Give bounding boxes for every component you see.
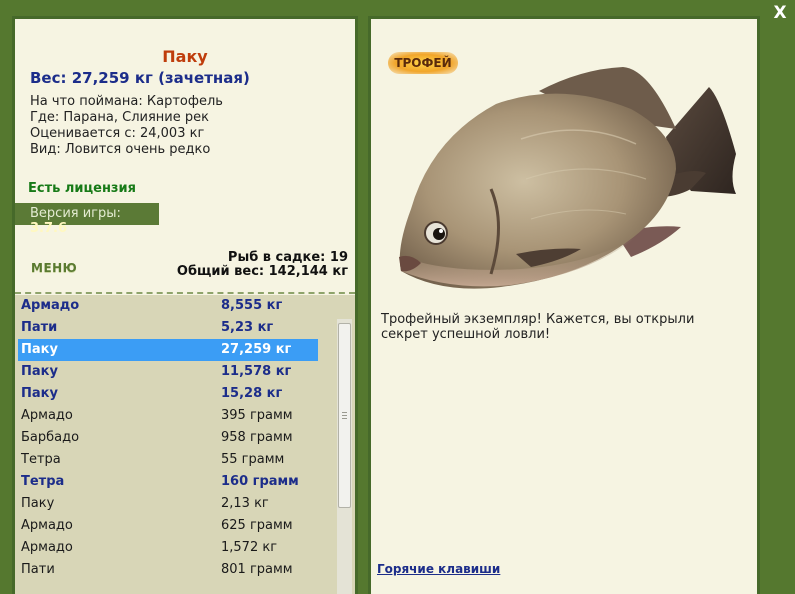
catch-list-row[interactable]: Армадо 8,555 кг [18,295,318,317]
catch-fish-weight: 27,259 кг [221,342,292,357]
catch-fish-name: Армадо [21,540,73,555]
list-scrollbar[interactable] [337,319,352,594]
bait-info: На что поймана: Картофель [30,94,223,109]
location-info: Где: Парана, Слияние рек [30,110,209,125]
catch-list-row[interactable]: Тетра 55 грамм [18,449,318,471]
version-label: Версия игры: [30,206,121,221]
catch-fish-name: Барбадо [21,430,80,445]
catch-list: Армадо 8,555 кг Пати 5,23 кг Паку 27,259 кг Па… [15,295,355,594]
catch-fish-weight: 958 грамм [221,430,293,445]
catch-list-row[interactable]: Паку 27,259 кг [18,339,318,361]
catch-list-row[interactable]: Армадо 395 грамм [18,405,318,427]
scrollbar-thumb[interactable] [338,323,351,508]
catch-fish-name: Тетра [21,474,65,489]
catch-list-row[interactable]: Пати 5,23 кг [18,317,318,339]
fish-name: Паку [162,47,208,66]
catch-fish-name: Пати [21,562,55,577]
catch-fish-name: Армадо [21,298,80,313]
fish-image-panel: ТРОФЕЙ Трофейный экземпляр! Кажется, вы … [368,16,760,594]
menu-button[interactable]: МЕНЮ [31,261,77,275]
catch-fish-weight: 5,23 кг [221,320,274,335]
divider [15,292,355,294]
catch-fish-name: Паку [21,386,58,401]
cage-total-weight: Общий вес: 142,144 кг [176,264,348,279]
catch-list-row[interactable]: Тетра 160 грамм [18,471,318,493]
close-button[interactable]: X [770,3,790,23]
catch-list-rows: Армадо 8,555 кг Пати 5,23 кг Паку 27,259 кг Па… [18,295,318,581]
catch-list-row[interactable]: Армадо 1,572 кг [18,537,318,559]
catch-fish-name: Паку [21,342,58,357]
catch-fish-weight: 2,13 кг [221,496,269,511]
catch-fish-name: Армадо [21,518,73,533]
trophy-badge: ТРОФЕЙ [388,52,458,74]
version-value: 3.7.6 [30,221,68,236]
fish-info-content: Паку Вес: 27,259 кг (зачетная) На что по… [15,19,355,594]
catch-list-row[interactable]: Пати 801 грамм [18,559,318,581]
catch-fish-weight: 55 грамм [221,452,285,467]
game-version: Версия игры: 3.7.6 [15,203,159,236]
catch-list-row[interactable]: Паку 15,28 кг [18,383,318,405]
fish-image-content: ТРОФЕЙ Трофейный экземпляр! Кажется, вы … [371,19,757,594]
rarity-info: Вид: Ловится очень редко [30,142,211,157]
catch-fish-weight: 8,555 кг [221,298,283,313]
catch-fish-weight: 801 грамм [221,562,293,577]
catch-fish-weight: 160 грамм [221,474,299,489]
cage-fish-count: Рыб в садке: 19 [227,250,348,265]
catch-fish-weight: 1,572 кг [221,540,278,555]
catch-fish-name: Пати [21,320,58,335]
catch-fish-name: Паку [21,496,55,511]
catch-fish-name: Армадо [21,408,73,423]
catch-list-row[interactable]: Барбадо 958 грамм [18,427,318,449]
catch-fish-weight: 11,578 кг [221,364,292,379]
fish-weight: Вес: 27,259 кг (зачетная) [30,69,250,87]
fish-image [399,67,736,289]
trophy-message: Трофейный экземпляр! Кажется, вы открыли… [381,312,695,342]
valuation-info: Оценивается с: 24,003 кг [30,126,205,141]
license-status: Есть лицензия [28,181,136,196]
catch-fish-weight: 15,28 кг [221,386,283,401]
hotkeys-link[interactable]: Горячие клавиши [377,562,500,576]
catch-fish-weight: 625 грамм [221,518,293,533]
catch-list-row[interactable]: Паку 11,578 кг [18,361,318,383]
fish-info-panel: Паку Вес: 27,259 кг (зачетная) На что по… [12,16,358,594]
catch-list-row[interactable]: Паку 2,13 кг [18,493,318,515]
catch-fish-name: Тетра [21,452,61,467]
scrollbar-grip-icon [342,412,347,419]
catch-fish-name: Паку [21,364,58,379]
catch-list-row[interactable]: Армадо 625 грамм [18,515,318,537]
catch-fish-weight: 395 грамм [221,408,293,423]
